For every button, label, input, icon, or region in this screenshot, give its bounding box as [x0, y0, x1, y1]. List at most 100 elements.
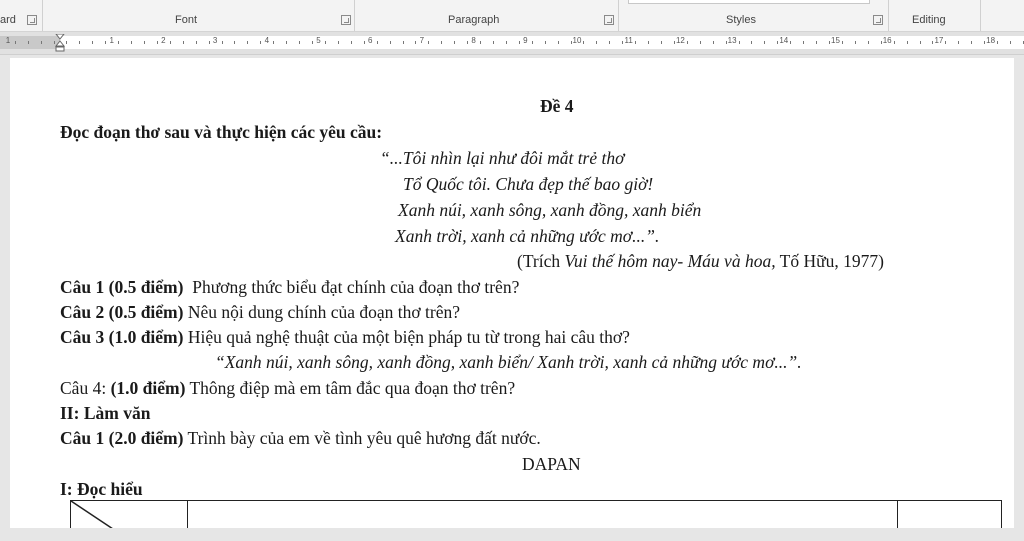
ruler-tick	[557, 41, 559, 44]
ruler-tick	[997, 41, 999, 44]
citation-work-title: Vui thế hôm nay- Máu và hoa,	[564, 251, 776, 271]
ruler-tick	[1009, 41, 1011, 44]
question-1-text: Phương thức biểu đạt chính của đoạn thơ …	[183, 277, 520, 297]
question-3: Câu 3 (1.0 điểm) Hiệu quả nghệ thuật của…	[60, 327, 630, 347]
ruler-number: 12	[675, 36, 685, 45]
ruler-tick	[570, 41, 572, 44]
ruler-tick	[131, 41, 133, 44]
ruler-tick	[299, 41, 301, 44]
ruler-tick	[350, 41, 352, 44]
ruler-tick	[699, 41, 701, 44]
ruler-tick	[92, 41, 94, 44]
ruler-tick	[583, 41, 585, 44]
ruler-tick	[14, 41, 16, 44]
question-1-label: Câu 1 (0.5 điểm)	[60, 277, 184, 297]
ruler-tick	[829, 41, 831, 44]
ruler-tick	[195, 41, 197, 44]
ruler-tick	[686, 41, 688, 44]
question-4-label: (1.0 điểm)	[110, 378, 186, 398]
ruler-number: 1	[5, 36, 11, 45]
paragraph-dialog-launcher-icon[interactable]	[604, 15, 614, 25]
ruler-tick	[751, 41, 753, 44]
font-group-label: Font	[175, 14, 198, 26]
ruler-tick	[596, 41, 598, 44]
paragraph-group-label: Paragraph	[448, 14, 500, 26]
essay-question-label: Câu 1 (2.0 điểm)	[60, 428, 184, 448]
ruler-number: 1	[109, 36, 114, 45]
question-4-prefix: Câu 4:	[60, 378, 111, 398]
question-3-label: Câu 3 (1.0 điểm)	[60, 327, 184, 347]
question-4: Câu 4: (1.0 điểm) Thông điệp mà em tâm đ…	[60, 378, 515, 398]
ruler-number: 2	[161, 36, 166, 45]
ruler-tick	[273, 41, 275, 44]
question-4-text: Thông điệp mà em tâm đắc qua đoạn thơ tr…	[185, 378, 516, 398]
ruler-tick	[958, 41, 960, 44]
ruler-tick	[880, 41, 882, 44]
question-3-text: Hiệu quả nghệ thuật của một biện pháp tu…	[183, 327, 630, 347]
ruler-tick	[402, 41, 404, 44]
reading-instruction: Đọc đoạn thơ sau và thực hiện các yêu cầ…	[60, 122, 383, 142]
ruler-number: 18	[986, 36, 996, 45]
ruler-tick	[79, 41, 81, 44]
ruler-tick	[286, 41, 288, 44]
ruler-tick	[363, 41, 365, 44]
ruler-tick	[816, 41, 818, 44]
section-writing-heading: II: Làm văn	[60, 403, 151, 423]
ruler-tick	[156, 41, 158, 44]
ruler-tick	[389, 41, 391, 44]
ruler-tick	[932, 41, 934, 44]
ruler-number: 4	[264, 36, 270, 45]
ruler-tick	[118, 41, 120, 44]
ruler-tick	[234, 41, 236, 44]
ruler-tick	[260, 41, 262, 44]
ruler-tick	[518, 41, 520, 44]
ruler-number: 15	[831, 36, 840, 45]
question-2-text: Nêu nội dung chính của đoạn thơ trên?	[183, 302, 461, 322]
ruler-number: 9	[523, 36, 528, 45]
styles-group-label: Styles	[726, 14, 756, 26]
ruler-tick	[971, 41, 973, 44]
horizontal-ruler[interactable]: 1 1 2 3 4 5 6 7 8 9 10 11 12 13 14 15 16 17 18	[0, 32, 1024, 55]
question-1: Câu 1 (0.5 điểm) Phương thức biểu đạt ch…	[60, 277, 519, 297]
poem-line-1: “...Tôi nhìn lại như đôi mắt trẻ thơ	[380, 148, 625, 168]
ruler-tick	[764, 41, 766, 44]
ruler-text-area	[60, 36, 1024, 49]
ruler-tick	[505, 41, 507, 44]
ruler-tick	[441, 41, 443, 44]
ruler-number: 13	[727, 36, 737, 45]
ruler-tick	[53, 41, 55, 44]
ruler-number: 11	[624, 36, 633, 45]
answer-title: DAPAN	[522, 454, 581, 474]
ruler-tick	[480, 41, 482, 44]
ruler-tick	[945, 41, 947, 44]
ribbon-group-editing: Editing	[888, 0, 981, 31]
indent-marker-icon[interactable]	[55, 34, 65, 52]
section-reading-heading: I: Đọc hiểu	[60, 479, 143, 499]
styles-dialog-launcher-icon[interactable]	[873, 15, 883, 25]
ruler-number: 3	[212, 36, 218, 45]
ruler-tick	[622, 41, 624, 44]
ruler-number: 5	[316, 36, 321, 45]
question-2: Câu 2 (0.5 điểm) Nêu nội dung chính của …	[60, 302, 460, 322]
ruler-tick	[673, 41, 675, 44]
ribbon-group-font: Font	[42, 0, 355, 31]
ruler-tick	[635, 41, 637, 44]
ruler-tick	[492, 41, 494, 44]
ruler-tick	[376, 41, 378, 44]
document-page[interactable]: Đề 4 Đọc đoạn thơ sau và thực hiện các y…	[10, 58, 1014, 541]
essay-question: Câu 1 (2.0 điểm) Trình bày của em về tìn…	[60, 428, 541, 448]
ruler-tick	[182, 41, 184, 44]
font-dialog-launcher-icon[interactable]	[341, 15, 351, 25]
clipboard-dialog-launcher-icon[interactable]	[27, 15, 37, 25]
question-3-quote: “Xanh núi, xanh sông, xanh đồng, xanh bi…	[215, 352, 802, 372]
ruler-tick	[803, 41, 805, 44]
ruler-tick	[984, 41, 986, 44]
ruler-tick	[454, 41, 456, 44]
citation-author: Tố Hữu, 1977)	[775, 251, 884, 271]
essay-question-text: Trình bày của em về tình yêu quê hương đ…	[183, 428, 541, 448]
ruler-tick	[648, 41, 650, 44]
clipboard-group-label: ard	[0, 14, 16, 26]
ruler-tick	[169, 41, 171, 44]
ruler-tick	[27, 41, 29, 44]
ruler-tick	[312, 41, 314, 44]
